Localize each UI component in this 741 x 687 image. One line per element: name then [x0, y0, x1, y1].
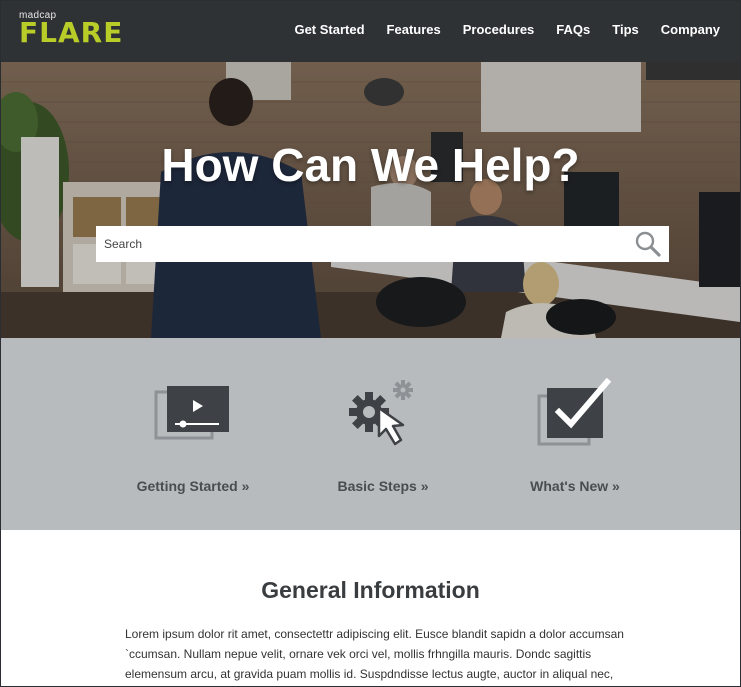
madcap-flare-logo[interactable]: madcap FLARE: [19, 10, 124, 49]
top-header: madcap FLARE Get Started Features Proced…: [1, 1, 740, 62]
tile-getting-started-label: Getting Started »: [136, 478, 250, 494]
general-information-section: General Information Lorem ipsum dolor ri…: [1, 530, 740, 686]
tile-basic-steps[interactable]: Basic Steps »: [283, 338, 483, 530]
search-box: [96, 226, 669, 262]
nav-features[interactable]: Features: [387, 22, 441, 37]
checkmark-box-icon: [537, 378, 612, 446]
section-heading: General Information: [261, 577, 480, 603]
search-icon[interactable]: [635, 231, 661, 257]
logo-flare-text: FLARE: [19, 16, 124, 49]
video-play-icon: [154, 386, 229, 440]
quick-links-section: Getting Started » Basic Steps » What's N…: [1, 338, 740, 530]
nav-procedures[interactable]: Procedures: [463, 22, 535, 37]
page: madcap FLARE Get Started Features Proced…: [0, 0, 741, 687]
tile-getting-started[interactable]: Getting Started »: [93, 338, 293, 530]
gears-cursor-icon: [349, 380, 413, 446]
search-input[interactable]: [96, 226, 632, 262]
tile-whats-new-label: What's New »: [530, 478, 620, 494]
tile-whats-new[interactable]: What's New »: [475, 338, 675, 530]
nav-faqs[interactable]: FAQs: [556, 22, 590, 37]
main-nav: Get Started Features Procedures FAQs Tip…: [294, 22, 720, 37]
nav-company[interactable]: Company: [661, 22, 720, 37]
nav-get-started[interactable]: Get Started: [294, 22, 364, 37]
tile-basic-steps-label: Basic Steps »: [337, 478, 429, 494]
section-body-text: Lorem ipsum dolor rit amet, consectettr …: [125, 627, 624, 681]
hero-title: How Can We Help?: [161, 139, 580, 191]
nav-tips[interactable]: Tips: [612, 22, 639, 37]
hero-section: How Can We Help?: [1, 62, 740, 338]
office-background-image: [1, 62, 740, 338]
